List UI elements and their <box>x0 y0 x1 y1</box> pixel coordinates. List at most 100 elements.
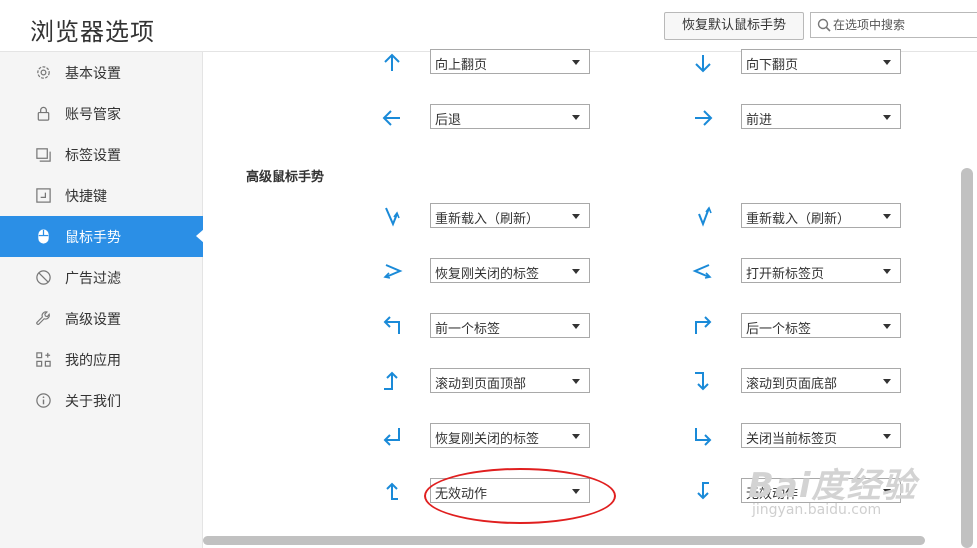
mouse-icon <box>38 229 49 244</box>
gesture-up-right-icon <box>695 316 712 334</box>
select-value: 向上翻页 <box>435 58 488 73</box>
sidebar-item-account[interactable]: 账号管家 <box>0 93 203 134</box>
chevron-down-icon <box>572 434 580 439</box>
gesture-select[interactable]: 前一个标签 <box>430 313 590 338</box>
block-icon <box>36 270 51 285</box>
sidebar-item-label: 我的应用 <box>65 353 121 369</box>
select-value: 滚动到页面底部 <box>746 377 838 392</box>
gesture-select[interactable]: 滚动到页面顶部 <box>430 368 590 393</box>
keyboard-icon <box>36 188 51 203</box>
watermark-logo: Bai度经验 <box>748 466 917 506</box>
advanced-gestures-heading: 高级鼠标手势 <box>246 170 325 185</box>
sidebar-item-tabs[interactable]: 标签设置 <box>0 134 203 175</box>
vertical-scrollbar[interactable] <box>961 168 973 548</box>
select-value: 前进 <box>746 113 773 128</box>
sidebar-item-label: 基本设置 <box>65 66 121 82</box>
chevron-down-icon <box>572 379 580 384</box>
arrow-left-icon <box>382 110 400 126</box>
select-value: 后退 <box>435 113 462 128</box>
sidebar-item-advanced[interactable]: 高级设置 <box>0 298 203 339</box>
options-window: 浏览器选项 恢复默认鼠标手势 基本设置 账号管家 标签设置 快捷键 <box>0 0 977 548</box>
chevron-down-icon <box>572 269 580 274</box>
gesture-up-down-icon <box>698 206 712 227</box>
gesture-right-left-icon <box>383 264 403 279</box>
search-icon <box>817 18 831 32</box>
gesture-up-select[interactable]: 向上翻页 <box>430 49 590 74</box>
select-value: 打开新标签页 <box>746 267 825 282</box>
sidebar-item-label: 鼠标手势 <box>65 230 121 246</box>
gesture-left-up-icon <box>384 371 398 390</box>
gesture-select[interactable]: 重新载入（刷新） <box>741 203 901 228</box>
sidebar-item-label: 快捷键 <box>65 189 107 205</box>
gesture-up-left-return-icon <box>383 428 400 446</box>
chevron-down-icon <box>883 379 891 384</box>
sidebar-item-shortcuts[interactable]: 快捷键 <box>0 175 203 216</box>
sidebar-item-mouse-gestures[interactable]: 鼠标手势 <box>0 216 204 257</box>
chevron-down-icon <box>883 324 891 329</box>
restore-default-gestures-button[interactable]: 恢复默认鼠标手势 <box>664 12 804 40</box>
lock-icon <box>37 106 50 121</box>
arrow-down-icon <box>695 55 711 73</box>
select-value: 后一个标签 <box>746 322 812 337</box>
info-icon <box>36 393 51 408</box>
arrow-right-icon <box>695 110 713 126</box>
chevron-down-icon <box>572 115 580 120</box>
sidebar-item-label: 关于我们 <box>65 394 121 410</box>
chevron-down-icon <box>883 115 891 120</box>
watermark: Bai度经验 jingyan.baidu.com <box>748 458 958 528</box>
header: 浏览器选项 恢复默认鼠标手势 <box>0 0 977 52</box>
chevron-down-icon <box>572 60 580 65</box>
select-value: 重新载入（刷新） <box>435 212 540 227</box>
gesture-right-select[interactable]: 前进 <box>741 104 901 129</box>
gear-icon <box>37 66 50 79</box>
search-input[interactable] <box>833 16 973 34</box>
sidebar-item-label: 账号管家 <box>65 107 121 123</box>
chevron-down-icon <box>883 214 891 219</box>
select-value: 重新载入（刷新） <box>746 212 851 227</box>
gesture-right-down-short-icon <box>697 482 709 500</box>
chevron-down-icon <box>572 214 580 219</box>
gesture-down-right-icon <box>695 428 712 446</box>
sidebar-item-adblock[interactable]: 广告过滤 <box>0 257 203 298</box>
chevron-down-icon <box>572 324 580 329</box>
sidebar-item-basic[interactable]: 基本设置 <box>0 52 203 93</box>
apps-icon <box>36 352 51 367</box>
gesture-select[interactable]: 恢复刚关闭的标签 <box>430 258 590 283</box>
select-value: 前一个标签 <box>435 322 501 337</box>
gesture-select[interactable]: 重新载入（刷新） <box>430 203 590 228</box>
sidebar: 基本设置 账号管家 标签设置 快捷键 鼠标手势 广告过滤 高级设置 我的应用 关… <box>0 52 204 548</box>
wrench-icon <box>36 311 50 325</box>
gesture-right-down-icon <box>695 372 709 391</box>
select-value: 向下翻页 <box>746 58 799 73</box>
gesture-left-up-short-icon <box>386 482 398 500</box>
chevron-down-icon <box>883 269 891 274</box>
gesture-down-select[interactable]: 向下翻页 <box>741 49 901 74</box>
sidebar-item-about[interactable]: 关于我们 <box>0 380 203 421</box>
select-value: 恢复刚关闭的标签 <box>435 432 540 447</box>
gesture-left-select[interactable]: 后退 <box>430 104 590 129</box>
gesture-select[interactable]: 打开新标签页 <box>741 258 901 283</box>
select-value: 关闭当前标签页 <box>746 432 838 447</box>
page-title: 浏览器选项 <box>30 18 155 46</box>
gesture-select[interactable]: 滚动到页面底部 <box>741 368 901 393</box>
chevron-down-icon <box>883 60 891 65</box>
gesture-down-up-icon <box>385 207 400 227</box>
sidebar-item-label: 标签设置 <box>65 148 121 164</box>
gesture-select[interactable]: 关闭当前标签页 <box>741 423 901 448</box>
chevron-down-icon <box>883 434 891 439</box>
tabs-icon <box>36 148 51 162</box>
sidebar-item-label: 高级设置 <box>65 312 121 328</box>
select-value: 滚动到页面顶部 <box>435 377 527 392</box>
sidebar-item-my-apps[interactable]: 我的应用 <box>0 339 203 380</box>
highlight-ellipse <box>424 468 616 524</box>
gesture-left-right-icon <box>692 264 712 279</box>
gesture-up-left-icon <box>383 316 400 334</box>
select-value: 恢复刚关闭的标签 <box>435 267 540 282</box>
horizontal-scrollbar[interactable] <box>203 536 925 545</box>
arrow-up-icon <box>384 53 400 71</box>
gesture-select[interactable]: 后一个标签 <box>741 313 901 338</box>
gesture-select[interactable]: 恢复刚关闭的标签 <box>430 423 590 448</box>
search-box[interactable] <box>810 12 977 38</box>
sidebar-item-label: 广告过滤 <box>65 271 121 287</box>
watermark-url: jingyan.baidu.com <box>752 502 882 518</box>
